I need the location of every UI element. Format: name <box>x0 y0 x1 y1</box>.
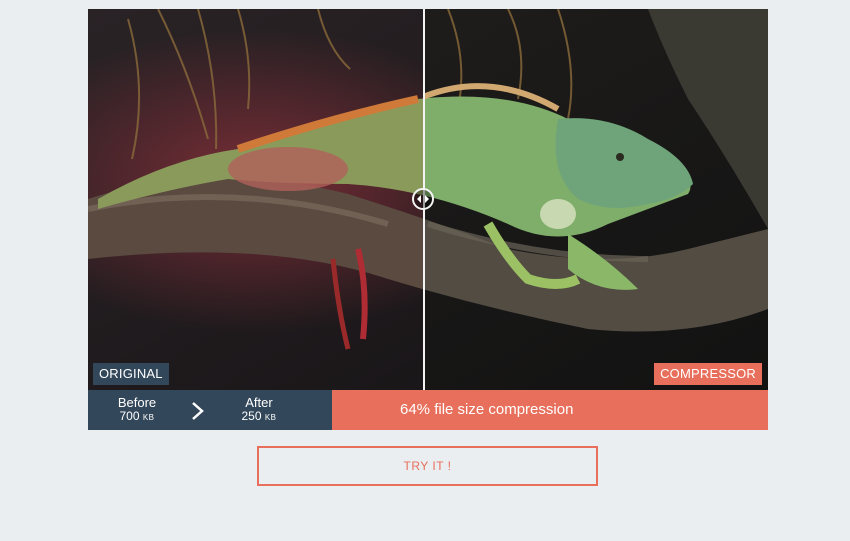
before-unit: KB <box>142 413 155 422</box>
stats-bar: Before 700 KB After 250 KB 64% file size… <box>88 390 768 430</box>
compressor-label: COMPRESSOR <box>654 363 762 385</box>
chevron-right-icon <box>192 402 204 420</box>
after-size: 250 KB <box>236 410 282 424</box>
before-value: 700 <box>119 409 140 423</box>
before-size: 700 KB <box>114 410 160 424</box>
before-label: Before <box>117 395 157 410</box>
try-it-button[interactable]: TRY IT ! <box>257 446 598 486</box>
after-unit: KB <box>264 413 277 422</box>
drag-arrows-icon <box>417 195 429 203</box>
size-panel: Before 700 KB After 250 KB <box>88 390 332 430</box>
before-stat: Before 700 KB <box>114 396 160 424</box>
after-label: After <box>245 395 273 410</box>
original-image <box>88 9 424 390</box>
after-value: 250 <box>241 409 262 423</box>
after-stat: After 250 KB <box>236 396 282 424</box>
compare-slider-handle[interactable] <box>412 188 434 210</box>
comparison-image-viewer[interactable]: ORIGINAL COMPRESSOR <box>88 9 768 390</box>
compression-summary: 64% file size compression <box>332 390 768 430</box>
original-label: ORIGINAL <box>93 363 169 385</box>
compressed-image <box>424 9 768 390</box>
